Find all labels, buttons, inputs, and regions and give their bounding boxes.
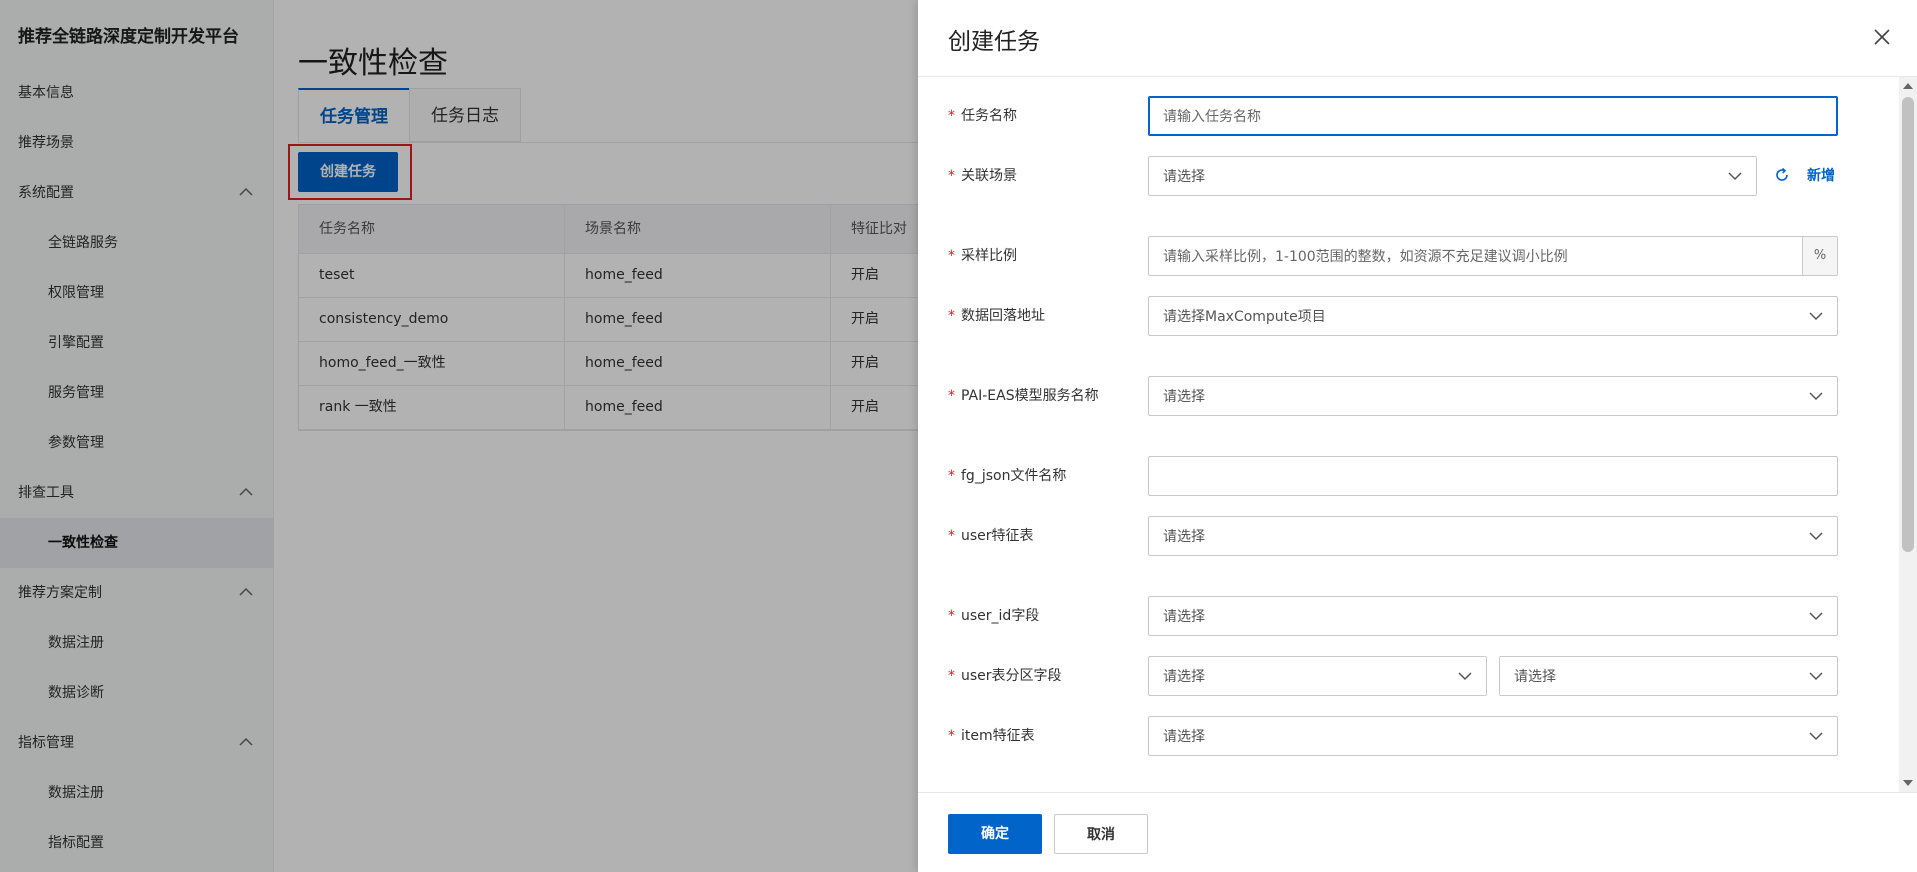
field-label: * PAI-EAS模型服务名称: [948, 388, 1099, 404]
chevron-down-icon: [1809, 312, 1823, 321]
chevron-down-icon: [1728, 172, 1742, 181]
required-mark: *: [948, 108, 955, 124]
pai-eas-select[interactable]: 请选择: [1148, 376, 1838, 416]
field-label: * 数据回落地址: [948, 308, 1045, 324]
field-label: * item特征表: [948, 728, 1035, 744]
scrollbar-thumb[interactable]: [1902, 97, 1914, 552]
field-label: * 关联场景: [948, 168, 1017, 184]
task-name-input[interactable]: [1163, 98, 1823, 136]
user-partition-select-2[interactable]: 请选择: [1499, 656, 1838, 696]
field-label: * fg_json文件名称: [948, 468, 1067, 484]
user-id-select[interactable]: 请选择: [1148, 596, 1838, 636]
user-table-select[interactable]: 请选择: [1148, 516, 1838, 556]
select-value: 请选择: [1163, 389, 1205, 405]
cancel-button[interactable]: 取消: [1054, 814, 1148, 854]
sample-ratio-input[interactable]: [1163, 238, 1783, 276]
scroll-up-arrow-icon[interactable]: [1903, 83, 1913, 89]
data-address-select[interactable]: 请选择MaxCompute项目: [1148, 296, 1838, 336]
select-value: 请选择: [1163, 669, 1205, 685]
scroll-down-arrow-icon[interactable]: [1903, 780, 1913, 786]
refresh-icon[interactable]: [1773, 166, 1791, 184]
chevron-down-icon: [1809, 672, 1823, 681]
user-partition-select-1[interactable]: 请选择: [1148, 656, 1487, 696]
divider: [918, 792, 1917, 793]
select-value: 请选择: [1163, 529, 1205, 545]
required-mark: *: [948, 668, 955, 684]
required-mark: *: [948, 168, 955, 184]
add-scene-link[interactable]: 新增: [1807, 165, 1835, 185]
select-value: 请选择MaxCompute项目: [1163, 309, 1326, 325]
task-name-field[interactable]: [1148, 96, 1838, 136]
scrollbar[interactable]: [1899, 77, 1917, 792]
item-table-select[interactable]: 请选择: [1148, 716, 1838, 756]
drawer-title: 创建任务: [948, 29, 1040, 55]
required-mark: *: [948, 608, 955, 624]
modal-overlay[interactable]: [0, 0, 918, 872]
select-value: 请选择: [1163, 169, 1205, 185]
select-value: 请选择: [1163, 729, 1205, 745]
required-mark: *: [948, 468, 955, 484]
required-mark: *: [948, 248, 955, 264]
chevron-down-icon: [1809, 532, 1823, 541]
field-label: * user表分区字段: [948, 668, 1062, 684]
field-label: * 采样比例: [948, 248, 1017, 264]
chevron-down-icon: [1809, 612, 1823, 621]
create-task-drawer: 创建任务 *任务名称 *关联场景 请选择 新增 *采样比例 % *数据回落地址: [918, 0, 1917, 872]
required-mark: *: [948, 388, 955, 404]
required-mark: *: [948, 728, 955, 744]
fg-json-input[interactable]: [1163, 458, 1823, 496]
close-icon[interactable]: [1873, 28, 1891, 46]
confirm-button[interactable]: 确定: [948, 814, 1042, 854]
select-value: 请选择: [1514, 669, 1556, 685]
percent-addon: %: [1802, 237, 1837, 275]
form-area: *任务名称 *关联场景 请选择 新增 *采样比例 % *数据回落地址 请选择Ma…: [918, 77, 1917, 792]
field-label: * user特征表: [948, 528, 1034, 544]
chevron-down-icon: [1458, 672, 1472, 681]
chevron-down-icon: [1809, 732, 1823, 741]
chevron-down-icon: [1809, 392, 1823, 401]
field-label: * 任务名称: [948, 108, 1017, 124]
select-value: 请选择: [1163, 609, 1205, 625]
required-mark: *: [948, 528, 955, 544]
scene-select[interactable]: 请选择: [1148, 156, 1757, 196]
required-mark: *: [948, 308, 955, 324]
field-label: * user_id字段: [948, 608, 1040, 624]
sample-ratio-field[interactable]: %: [1148, 236, 1838, 276]
fg-json-field[interactable]: [1148, 456, 1838, 496]
